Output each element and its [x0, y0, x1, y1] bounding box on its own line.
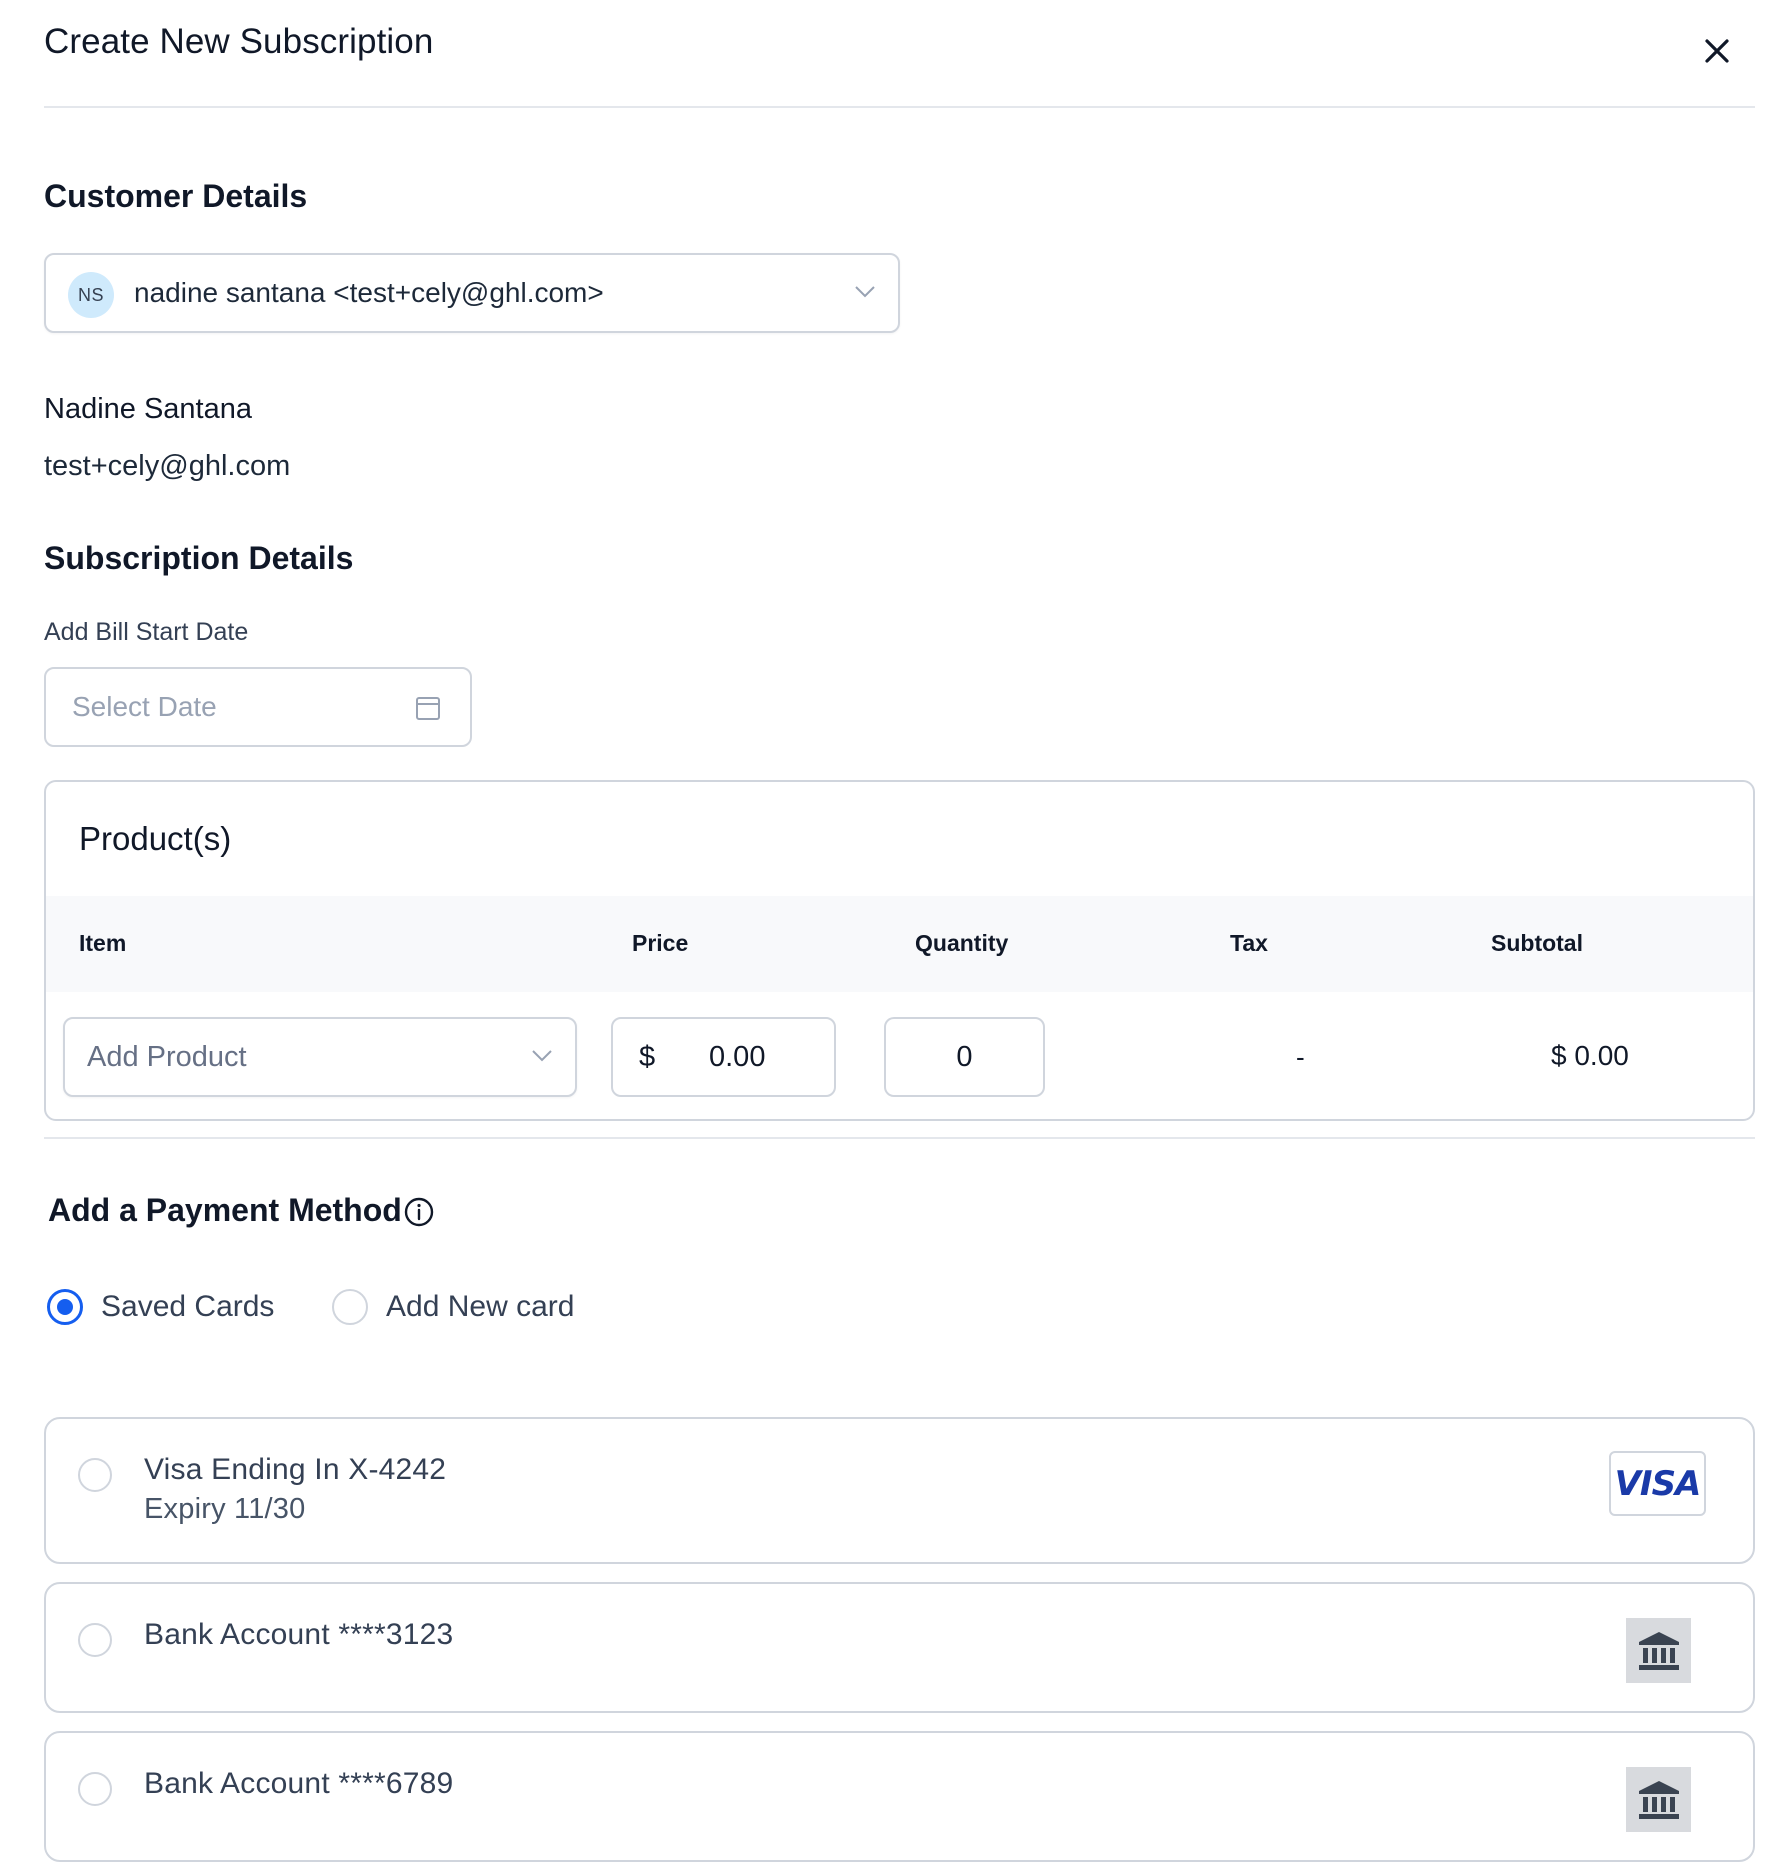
quantity-value: 0 [956, 1041, 973, 1073]
start-date-placeholder: Select Date [72, 691, 217, 722]
add-new-card-label: Add New card [386, 1290, 575, 1323]
column-header-price: Price [632, 930, 689, 956]
start-date-label: Add Bill Start Date [44, 618, 249, 646]
saved-bank-radio[interactable] [78, 1772, 112, 1806]
products-panel: Product(s) Item Price Quantity Tax Subto… [44, 780, 1755, 1121]
saved-card-radio[interactable] [78, 1458, 112, 1492]
saved-bank-radio[interactable] [78, 1623, 112, 1657]
close-button[interactable] [1692, 26, 1742, 76]
tax-value: - [1296, 1042, 1305, 1072]
customer-email: test+cely@ghl.com [44, 450, 291, 482]
chevron-down-icon [532, 1050, 552, 1062]
saved-bank-title: Bank Account ****6789 [144, 1767, 454, 1800]
saved-cards-radio[interactable] [47, 1289, 83, 1325]
avatar: NS [68, 272, 114, 318]
add-new-card-radio-option[interactable]: Add New card [332, 1289, 574, 1325]
start-date-input[interactable]: Select Date [44, 667, 472, 747]
saved-cards-label: Saved Cards [101, 1290, 275, 1323]
saved-card-title: Visa Ending In X-4242 [144, 1453, 447, 1486]
section-divider [44, 1137, 1755, 1139]
info-icon[interactable] [403, 1196, 435, 1228]
quantity-input[interactable]: 0 [884, 1017, 1045, 1097]
products-title: Product(s) [79, 820, 232, 857]
close-icon [1705, 39, 1729, 63]
header-divider [44, 106, 1755, 108]
chevron-down-icon [855, 286, 875, 298]
bank-icon [1626, 1767, 1691, 1832]
column-header-subtotal: Subtotal [1491, 930, 1583, 956]
column-header-tax: Tax [1230, 930, 1268, 956]
add-product-select[interactable]: Add Product [63, 1017, 577, 1097]
visa-logo-text: VISA [1614, 1463, 1702, 1504]
saved-cards-radio-option[interactable]: Saved Cards [47, 1289, 274, 1325]
customer-select-value: nadine santana <test+cely@ghl.com> [134, 277, 604, 308]
saved-card-visa-4242[interactable]: Visa Ending In X-4242 Expiry 11/30 VISA [44, 1417, 1755, 1564]
add-product-placeholder: Add Product [87, 1041, 247, 1073]
add-new-card-radio[interactable] [332, 1289, 368, 1325]
customer-select[interactable]: NS nadine santana <test+cely@ghl.com> [44, 253, 900, 333]
visa-logo-icon: VISA [1609, 1451, 1706, 1516]
products-table-header: Item Price Quantity Tax Subtotal [46, 896, 1753, 992]
customer-name: Nadine Santana [44, 393, 252, 425]
customer-details-heading: Customer Details [44, 178, 308, 214]
price-value: 0.00 [709, 1041, 766, 1073]
modal-title: Create New Subscription [44, 22, 434, 61]
column-header-item: Item [79, 930, 127, 956]
price-currency: $ [639, 1041, 656, 1073]
subtotal-value: $ 0.00 [1551, 1040, 1629, 1071]
price-input[interactable]: $ 0.00 [611, 1017, 836, 1097]
bank-icon [1626, 1618, 1691, 1683]
subscription-details-heading: Subscription Details [44, 540, 354, 576]
saved-bank-account-6789[interactable]: Bank Account ****6789 [44, 1731, 1755, 1862]
calendar-icon [416, 697, 440, 720]
payment-method-heading: Add a Payment Method [48, 1192, 402, 1228]
saved-card-expiry: Expiry 11/30 [144, 1493, 306, 1525]
column-header-quantity: Quantity [915, 930, 1009, 956]
saved-bank-title: Bank Account ****3123 [144, 1618, 454, 1651]
saved-bank-account-3123[interactable]: Bank Account ****3123 [44, 1582, 1755, 1713]
